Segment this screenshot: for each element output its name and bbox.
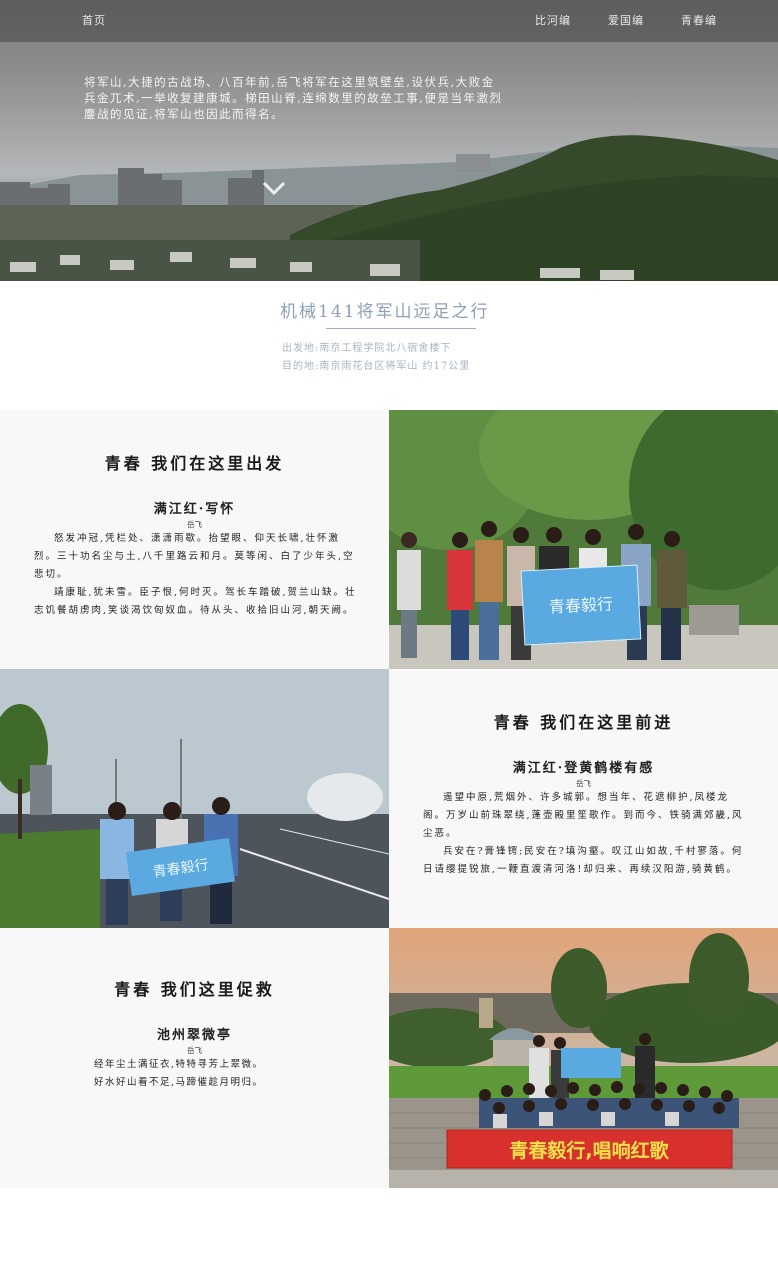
poem-author: 岳飞 (187, 520, 202, 529)
poem-line: 遥望中原,荒烟外、许多城郭。想当年、花遮柳护,凤楼龙阁。万岁山前珠翠绕,蓬壶殿里… (423, 792, 744, 839)
nav-link-youth[interactable]: 青春编 (681, 12, 717, 28)
section-heading: 青春 我们在这里出发 (104, 454, 285, 473)
poem-author: 岳飞 (187, 1046, 202, 1055)
section-advance-text: 青春 我们在这里前进 满江红·登黄鹤楼有感 岳飞 遥望中原,荒烟外、许多城郭。想… (389, 669, 778, 928)
poem-title: 满江红·登黄鹤楼有感 (512, 761, 655, 776)
walking-photo: 青春毅行 (0, 669, 389, 928)
section-heading: 青春 我们这里促救 (114, 980, 275, 999)
poem-line: 兵安在?膏锋锷;民安在?填沟壑。叹江山如故,千村寥落。何日请缨提锐旅,一鞭直渡清… (423, 846, 744, 875)
final-group-photo: 青春毅行,唱响红歌 (389, 928, 778, 1188)
title-divider (326, 328, 476, 329)
nav-link-river[interactable]: 比河编 (535, 12, 571, 28)
section-heading: 青春 我们在这里前进 (493, 713, 674, 732)
hero-banner: 首页 比河编 爱国编 青春编 将军山,大捷的古战场、八百年前,岳飞将军在这里筑壁… (0, 0, 778, 281)
page-footer-space (0, 1188, 778, 1280)
poem-body: 经年尘土满征衣,特特寻芳上翠微。 好水好山看不足,马蹄催趁月明归。 (94, 1056, 324, 1092)
nav-link-patriotic[interactable]: 爱国编 (608, 12, 644, 28)
banner-text: 青春毅行 (549, 594, 614, 616)
poem-line: 好水好山看不足,马蹄催趁月明归。 (94, 1077, 264, 1088)
red-banner-text: 青春毅行,唱响红歌 (509, 1139, 669, 1162)
poem-body: 遥望中原,荒烟外、许多城郭。想当年、花遮柳护,凤楼龙阁。万岁山前珠翠绕,蓬壶殿里… (423, 789, 749, 879)
section-effort-text: 青春 我们这里促救 池州翠微亭 岳飞 经年尘土满征衣,特特寻芳上翠微。 好水好山… (0, 928, 389, 1188)
nav-home-link[interactable]: 首页 (82, 12, 106, 28)
poem-line: 靖康耻,犹未雪。臣子恨,何时灭。驾长车踏破,贺兰山缺。壮志饥餐胡虏肉,笑谈渴饮匈… (34, 587, 357, 616)
poem-title: 满江红·写怀 (153, 502, 236, 517)
poem-author: 岳飞 (576, 779, 591, 788)
poem-line: 怒发冲冠,凭栏处、潇潇雨歇。抬望眼、仰天长啸,壮怀激烈。三十功名尘与土,八千里路… (34, 533, 355, 580)
destination-text: 目的地:南京雨花台区将军山 约17公里 (282, 361, 471, 372)
poem-title: 池州翠微亭 (156, 1028, 232, 1043)
top-nav: 首页 比河编 爱国编 青春编 (0, 0, 778, 42)
poem-body: 怒发冲冠,凭栏处、潇潇雨歇。抬望眼、仰天长啸,壮怀激烈。三十功名尘与土,八千里路… (34, 530, 360, 620)
page-title: 机械141将军山远足之行 (280, 302, 490, 322)
departure-text: 出发地:南京工程学院北八宿舍楼下 (282, 343, 452, 354)
intro-section: 机械141将军山远足之行 出发地:南京工程学院北八宿舍楼下 目的地:南京雨花台区… (0, 281, 778, 410)
chevron-down-icon[interactable] (262, 180, 286, 196)
section-start-text: 青春 我们在这里出发 满江红·写怀 岳飞 怒发冲冠,凭栏处、潇潇雨歇。抬望眼、仰… (0, 410, 389, 669)
hero-description: 将军山,大捷的古战场、八百年前,岳飞将军在这里筑壁垒,设伏兵,大败金兵金兀术,一… (84, 75, 503, 121)
poem-line: 经年尘土满征衣,特特寻芳上翠微。 (94, 1059, 264, 1070)
group-photo: 青春毅行 (389, 410, 778, 669)
hero-landscape-image (0, 135, 778, 281)
